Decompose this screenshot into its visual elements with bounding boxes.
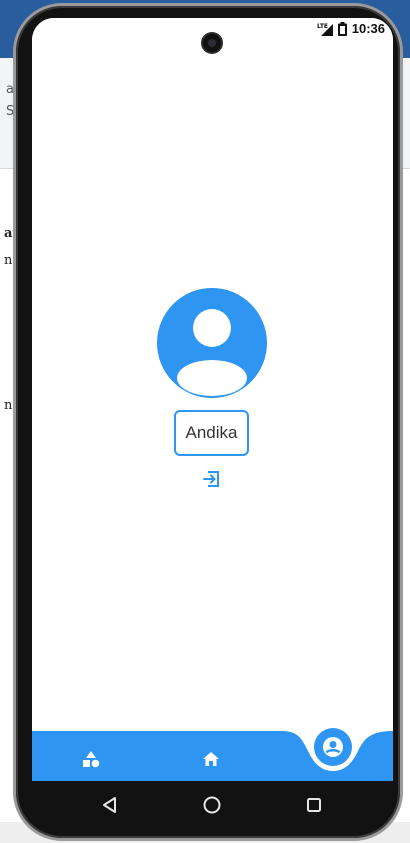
home-icon — [203, 752, 219, 766]
nav-item-home[interactable] — [200, 748, 222, 770]
status-time: 10:36 — [351, 21, 385, 36]
account-circle-icon — [323, 737, 343, 757]
app-screen: LTE 10:36 Andika — [32, 18, 393, 781]
nav-item-profile[interactable] — [314, 728, 352, 766]
user-avatar-icon — [157, 288, 267, 398]
home-circle-icon — [203, 796, 221, 814]
logout-icon[interactable] — [202, 469, 222, 489]
nav-item-shapes[interactable] — [80, 748, 102, 770]
back-triangle-icon — [103, 797, 116, 813]
front-camera — [203, 34, 221, 52]
recents-square-icon — [307, 798, 321, 812]
back-button[interactable] — [98, 793, 122, 817]
background-text-fragment: n, — [4, 398, 17, 413]
username-label: Andika — [185, 423, 238, 442]
home-button[interactable] — [200, 793, 224, 817]
system-navigation-bar — [16, 781, 400, 829]
lte-signal-icon: LTE — [317, 23, 333, 36]
username-box: Andika — [174, 410, 249, 456]
shapes-icon — [83, 751, 100, 768]
background-text-fragment: a — [6, 82, 14, 97]
svg-text:LTE: LTE — [317, 23, 328, 30]
battery-icon — [337, 21, 347, 36]
recents-button[interactable] — [302, 793, 326, 817]
